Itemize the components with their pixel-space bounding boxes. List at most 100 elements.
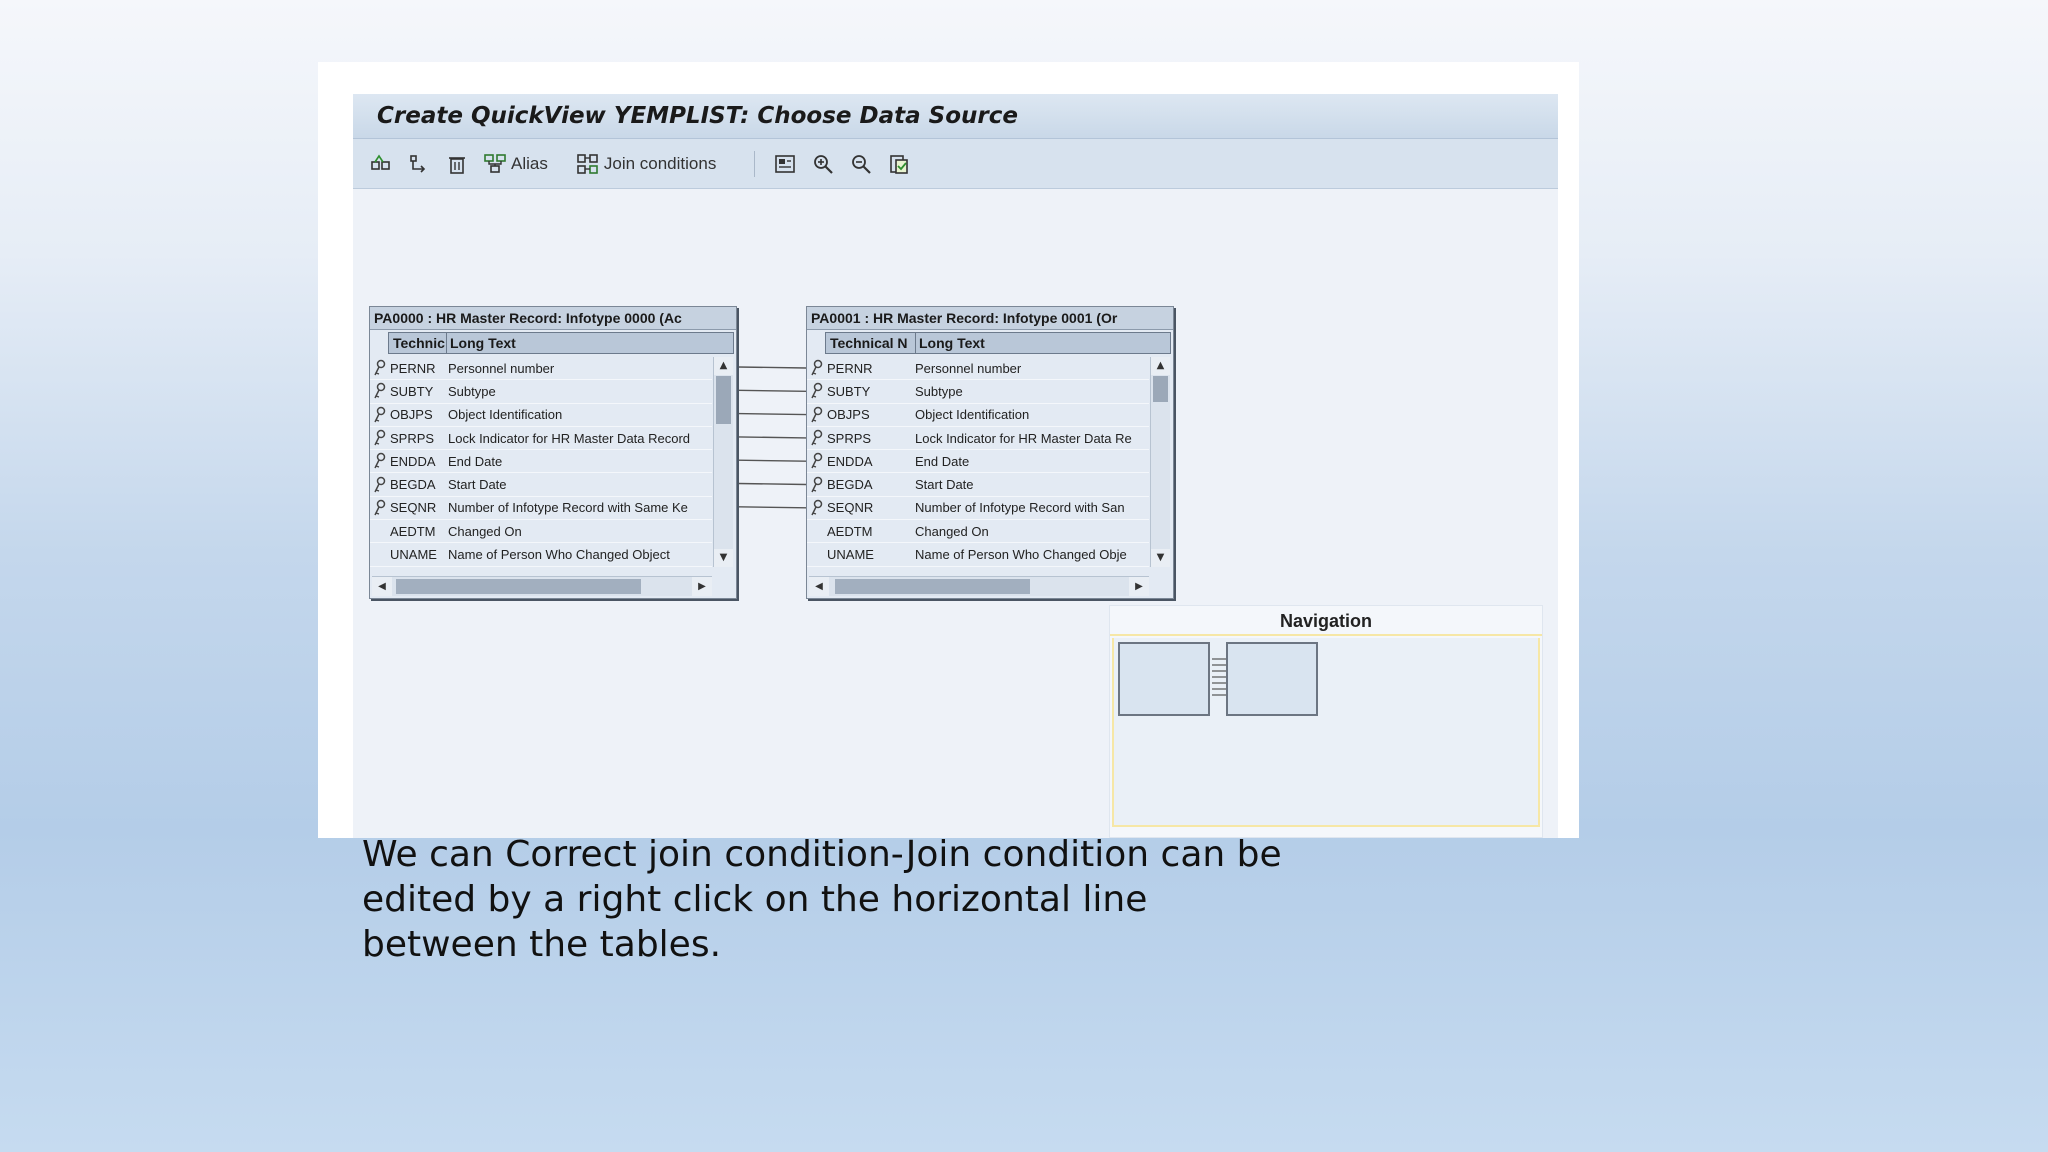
scroll-right-icon[interactable]: ▶ (692, 577, 712, 596)
field-long-text: Name of Person Who Changed Object (448, 547, 670, 563)
table-pa0000[interactable]: PA0000 : HR Master Record: Infotype 0000… (369, 306, 737, 599)
caption-line: between the tables. (362, 924, 722, 965)
key-icon (370, 497, 390, 519)
navigation-title: Navigation (1110, 606, 1542, 636)
delete-icon[interactable] (445, 152, 469, 176)
print-icon[interactable] (887, 152, 911, 176)
field-long-text: Personnel number (915, 360, 1022, 376)
scroll-left-icon[interactable]: ◀ (809, 577, 829, 596)
scroll-thumb[interactable] (396, 579, 641, 594)
table-row[interactable]: SUBTY Subtype (807, 380, 1149, 404)
nav-table-pa0000[interactable] (1118, 642, 1210, 716)
field-long-text: Subtype (448, 383, 496, 399)
field-long-text: Start Date (448, 477, 507, 493)
field-technical-name: SPRPS (390, 430, 435, 446)
overview-icon[interactable] (773, 152, 797, 176)
join-condition-line[interactable] (737, 482, 807, 486)
table-row[interactable]: PERNR Personnel number (807, 357, 1149, 381)
column-header-technical[interactable]: Technical N (826, 333, 916, 353)
key-icon (370, 520, 390, 542)
table-row[interactable]: BEGDA Start Date (370, 473, 712, 497)
column-header-long-text[interactable]: Long Text (916, 333, 1170, 353)
table-row[interactable]: BEGDA Start Date (807, 473, 1149, 497)
table-row[interactable]: ENDDA End Date (370, 450, 712, 474)
remove-table-icon[interactable] (407, 152, 431, 176)
sap-window: Create QuickView YEMPLIST: Choose Data S… (353, 94, 1558, 838)
key-icon (370, 450, 390, 472)
key-icon (807, 474, 827, 496)
horizontal-scrollbar[interactable]: ◀ ▶ (372, 576, 712, 596)
table-row[interactable]: PERNR Personnel number (370, 357, 712, 381)
column-header-long-text[interactable]: Long Text (447, 333, 733, 353)
join-condition-line[interactable] (737, 436, 807, 439)
table-row[interactable]: SEQNR Number of Infotype Record with San (807, 497, 1149, 521)
field-technical-name: PERNR (390, 360, 436, 376)
horizontal-scrollbar[interactable]: ◀ ▶ (809, 576, 1149, 596)
scroll-thumb[interactable] (1153, 376, 1168, 402)
key-icon (370, 427, 390, 449)
table-row[interactable]: OBJPS Object Identification (370, 404, 712, 427)
field-technical-name: SEQNR (390, 500, 437, 516)
key-icon (370, 544, 390, 566)
table-row[interactable]: AEDTM Changed On (370, 520, 712, 544)
join-condition-line[interactable] (737, 459, 807, 462)
table-row[interactable]: UNAME Name of Person Who Changed Obje (807, 543, 1149, 567)
vertical-scrollbar[interactable]: ▲ ▼ (713, 357, 733, 567)
field-long-text: Personnel number (448, 360, 555, 376)
scroll-down-icon[interactable]: ▼ (1151, 549, 1170, 567)
field-long-text: Lock Indicator for HR Master Data Re (915, 430, 1132, 446)
field-technical-name: BEGDA (827, 477, 873, 493)
table-row[interactable]: OBJPS Object Identification (807, 404, 1149, 427)
window-title: Create QuickView YEMPLIST: Choose Data S… (377, 103, 1018, 129)
scroll-down-icon[interactable]: ▼ (714, 549, 733, 567)
scroll-thumb[interactable] (835, 579, 1030, 594)
vertical-scrollbar[interactable]: ▲ ▼ (1150, 357, 1170, 567)
key-icon (370, 357, 390, 379)
alias-label: Alias (511, 153, 548, 173)
key-icon (807, 357, 827, 379)
table-pa0001[interactable]: PA0001 : HR Master Record: Infotype 0001… (806, 306, 1174, 599)
field-technical-name: SPRPS (827, 430, 872, 446)
join-condition-line[interactable] (737, 412, 807, 416)
field-list: PERNR Personnel number SUBTY Subtype OBJPS Ob… (807, 357, 1149, 567)
key-icon (807, 427, 827, 449)
table-row[interactable]: SUBTY Subtype (370, 380, 712, 404)
column-header-row: Technical N Long Text (825, 332, 1171, 354)
scroll-up-icon[interactable]: ▲ (1151, 357, 1170, 375)
table-row[interactable]: UNAME Name of Person Who Changed Object (370, 543, 712, 567)
field-list: PERNR Personnel number SUBTY Subtype OBJPS Ob… (370, 357, 712, 567)
table-header: PA0000 : HR Master Record: Infotype 0000… (370, 307, 736, 330)
nav-table-pa0001[interactable] (1226, 642, 1318, 716)
alias-button[interactable]: Alias (483, 153, 548, 175)
field-technical-name: SUBTY (390, 383, 434, 399)
join-condition-line[interactable] (737, 506, 807, 509)
key-icon (807, 404, 827, 426)
zoom-out-icon[interactable] (849, 152, 873, 176)
table-row[interactable]: SEQNR Number of Infotype Record with Same… (370, 497, 712, 521)
table-row[interactable]: SPRPS Lock Indicator for HR Master Data R… (370, 427, 712, 451)
table-row[interactable]: AEDTM Changed On (807, 520, 1149, 544)
join-conditions-button[interactable]: Join conditions (576, 153, 716, 175)
join-condition-line[interactable] (737, 389, 807, 392)
field-technical-name: PERNR (827, 360, 873, 376)
title-bar: Create QuickView YEMPLIST: Choose Data S… (353, 94, 1558, 139)
table-row[interactable]: SPRPS Lock Indicator for HR Master Data R… (807, 427, 1149, 451)
scroll-up-icon[interactable]: ▲ (714, 357, 733, 375)
field-long-text: Changed On (448, 523, 522, 539)
scroll-left-icon[interactable]: ◀ (372, 577, 392, 596)
field-technical-name: SEQNR (827, 500, 874, 516)
caption-line: We can Correct join condition-Join condi… (362, 834, 1282, 875)
join-condition-line[interactable] (737, 366, 807, 369)
field-long-text: Name of Person Who Changed Obje (915, 547, 1127, 563)
join-conditions-label: Join conditions (603, 153, 717, 173)
insert-table-icon[interactable] (369, 152, 393, 176)
scroll-right-icon[interactable]: ▶ (1129, 577, 1149, 596)
column-header-technical[interactable]: Technic (389, 333, 447, 353)
table-row[interactable]: ENDDA End Date (807, 450, 1149, 474)
scroll-thumb[interactable] (716, 376, 731, 424)
zoom-in-icon[interactable] (811, 152, 835, 176)
navigation-overview[interactable] (1112, 638, 1540, 827)
field-technical-name: UNAME (390, 547, 437, 563)
table-header: PA0001 : HR Master Record: Infotype 0001… (807, 307, 1173, 330)
key-icon (807, 380, 827, 402)
